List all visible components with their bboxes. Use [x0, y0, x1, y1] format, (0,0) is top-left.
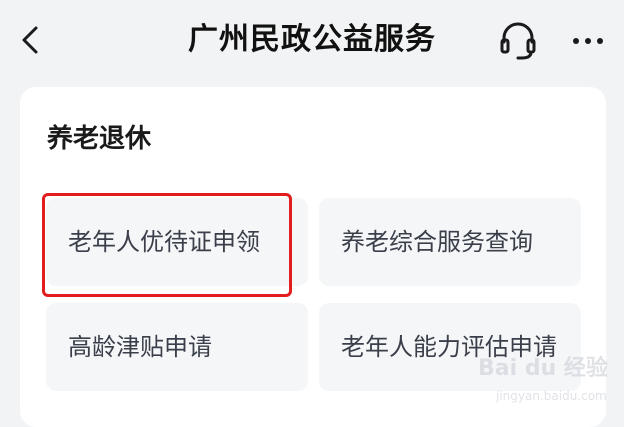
headset-icon[interactable]: [498, 20, 538, 62]
watermark-url: jingyan.baidu.com: [496, 389, 607, 403]
more-horizontal-icon[interactable]: [568, 26, 608, 56]
top-navigation-bar: 广州民政公益服务: [0, 0, 624, 80]
watermark-logo-text: Bai du 经验: [478, 356, 608, 381]
section-title: 养老退休: [47, 124, 152, 154]
service-item-senior-preferential-card[interactable]: 老年人优待证申领: [46, 198, 308, 286]
service-item-elderly-care-service-query[interactable]: 养老综合服务查询: [319, 198, 581, 286]
service-item-longevity-allowance[interactable]: 高龄津贴申请: [46, 303, 308, 391]
watermark: Bai du 经验 jingyan.baidu.com: [478, 354, 618, 410]
